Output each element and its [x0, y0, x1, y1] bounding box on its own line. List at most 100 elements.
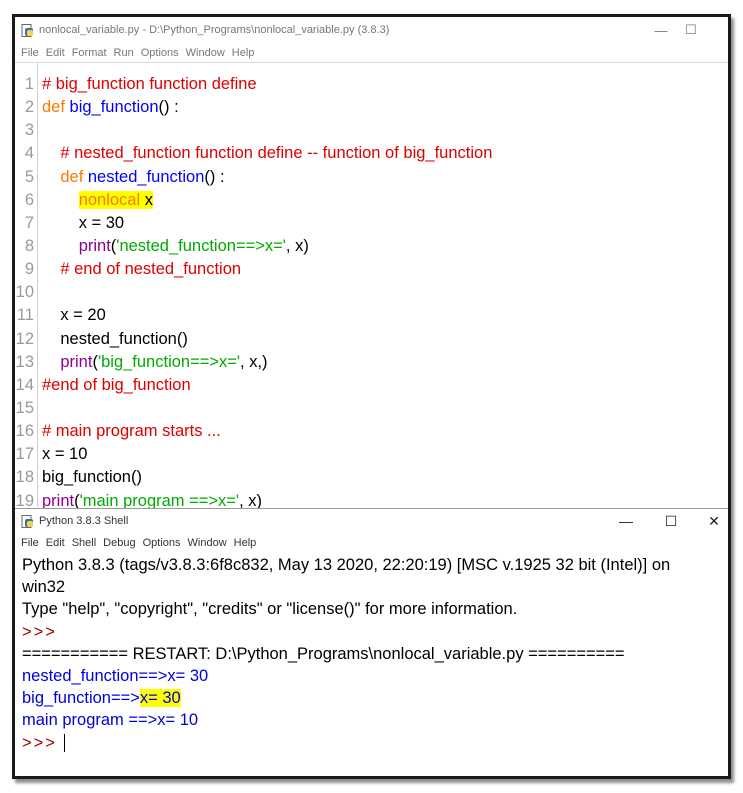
editor-menu-window[interactable]: Window: [186, 47, 225, 59]
shell-line: nested_function==>x= 30: [22, 665, 728, 687]
code-token: nonlocal: [78, 190, 141, 209]
code-token: nested_function(): [60, 329, 188, 348]
shell-line: big_function==>x= 30: [22, 687, 728, 709]
code-line: 12 nested_function(): [15, 328, 728, 351]
code-text: big_function(): [38, 466, 142, 489]
shell-menu-shell[interactable]: Shell: [72, 537, 96, 549]
line-number: 17: [15, 445, 34, 464]
line-number: 5: [24, 167, 34, 186]
code-text: nested_function(): [38, 328, 188, 351]
code-token: 'big_function==>x=': [97, 352, 241, 371]
code-token: # end of nested_function: [60, 260, 242, 279]
shell-menu-window[interactable]: Window: [188, 537, 227, 549]
code-text: #end of big_function: [38, 374, 191, 397]
code-token: big_function==>: [22, 689, 140, 708]
code-line: 16 # main program starts ...: [15, 420, 728, 443]
shell-menu-options[interactable]: Options: [143, 537, 181, 549]
editor-minimize-button[interactable]: —: [651, 17, 671, 43]
shell-menu-file[interactable]: File: [21, 537, 39, 549]
code-line: 15: [15, 397, 728, 420]
editor-menu-edit[interactable]: Edit: [46, 47, 65, 59]
code-token: () :: [158, 98, 179, 117]
shell-output[interactable]: Python 3.8.3 (tags/v3.8.3:6f8c832, May 1…: [15, 554, 728, 754]
editor-menu-format[interactable]: Format: [72, 47, 107, 59]
code-token: x = 20: [60, 306, 106, 325]
code-line: 10: [15, 281, 728, 304]
code-token: win32: [22, 578, 66, 597]
editor-menu-options[interactable]: Options: [141, 47, 179, 59]
code-token: print: [42, 491, 75, 510]
code-line: 14 #end of big_function: [15, 374, 728, 397]
code-line: 7 x = 30: [15, 212, 728, 235]
code-text: def big_function() :: [38, 96, 179, 119]
line-number: 4: [24, 144, 34, 163]
python-file-icon: [21, 23, 34, 37]
code-token: main program ==>x= 10: [22, 711, 199, 730]
code-token: big_function(): [42, 468, 142, 487]
line-number: 3: [24, 121, 34, 140]
shell-menu-help[interactable]: Help: [234, 537, 257, 549]
line-number: 10: [15, 283, 34, 302]
editor-menu-help[interactable]: Help: [232, 47, 255, 59]
code-token: nested_function: [87, 167, 205, 186]
code-token: big_function: [69, 98, 159, 117]
code-text: x = 10: [38, 443, 87, 466]
editor-titlebar: nonlocal_variable.py - D:\Python_Program…: [15, 17, 728, 43]
code-token: # main program starts ...: [42, 422, 221, 441]
code-token: () :: [204, 167, 225, 186]
code-token: Type "help", "copyright", "credits" or "…: [22, 600, 518, 619]
editor-menu-run[interactable]: Run: [114, 47, 134, 59]
code-token: # big_function function define: [42, 75, 257, 93]
code-text: # end of nested_function: [38, 258, 241, 281]
code-token: x= 30: [139, 689, 181, 708]
code-line: 6 nonlocal x: [15, 189, 728, 212]
line-number: 8: [24, 236, 34, 255]
code-token: 'nested_function==>x=': [116, 236, 286, 255]
text-cursor: [63, 734, 66, 753]
shell-titlebar: Python 3.8.3 Shell — ☐ ✕: [15, 509, 728, 533]
code-line: 4 # nested_function function define -- f…: [15, 142, 728, 165]
code-line: 9 # end of nested_function: [15, 258, 728, 281]
code-line: 13 print('big_function==>x=', x,): [15, 351, 728, 374]
code-editor[interactable]: 1 # big_function function define 2 def big_…: [15, 62, 728, 510]
screenshot-frame: nonlocal_variable.py - D:\Python_Program…: [12, 14, 731, 779]
python-shell-icon: [21, 514, 34, 528]
code-token: x: [140, 190, 153, 209]
code-text: nonlocal x: [38, 189, 153, 212]
code-text: x = 30: [38, 212, 124, 235]
shell-menu-debug[interactable]: Debug: [103, 537, 135, 549]
code-token: 'main program ==>x=': [79, 491, 240, 510]
editor-maximize-button[interactable]: ☐: [681, 17, 701, 43]
line-number: 11: [16, 306, 34, 325]
shell-maximize-button[interactable]: ☐: [660, 509, 682, 533]
code-token: >>>: [22, 733, 57, 752]
line-number: 12: [15, 329, 34, 348]
code-text: x = 20: [38, 304, 106, 327]
shell-close-button[interactable]: ✕: [703, 509, 725, 533]
code-token: nested_function==>x= 30: [22, 666, 209, 685]
code-token: print: [60, 352, 93, 371]
shell-menu-edit[interactable]: Edit: [46, 537, 65, 549]
editor-window-title: nonlocal_variable.py - D:\Python_Program…: [39, 24, 390, 36]
shell-minimize-button[interactable]: —: [615, 509, 637, 533]
shell-line: >>>: [22, 621, 728, 643]
line-number: 1: [24, 75, 34, 93]
code-line: 11 x = 20: [15, 304, 728, 327]
code-token: print: [78, 236, 111, 255]
code-token: Python 3.8.3 (tags/v3.8.3:6f8c832, May 1…: [22, 556, 671, 574]
editor-menu-file[interactable]: File: [21, 47, 39, 59]
code-line: 17 x = 10: [15, 443, 728, 466]
shell-line: main program ==>x= 10: [22, 709, 728, 731]
code-text: def nested_function() :: [38, 166, 225, 189]
code-line: 18 big_function(): [15, 466, 728, 489]
code-token: def: [60, 167, 88, 186]
